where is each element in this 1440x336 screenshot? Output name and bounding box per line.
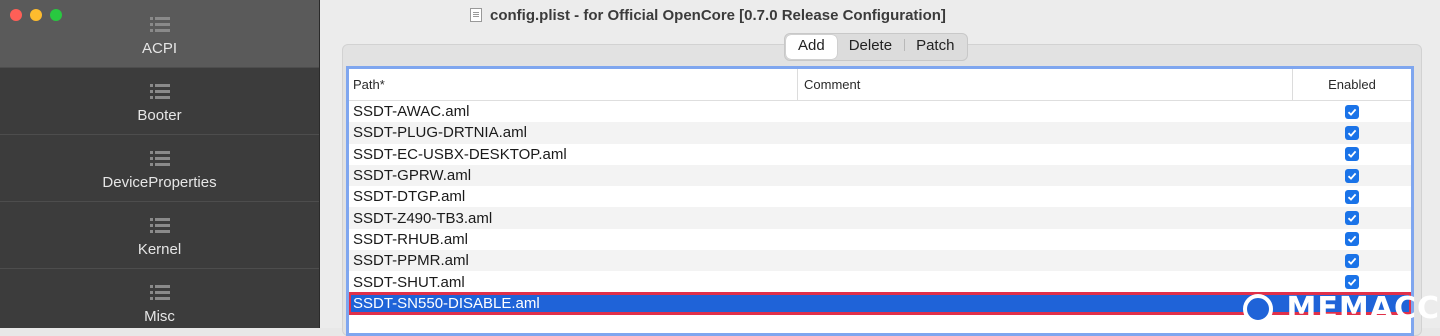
tab-add[interactable]: Add (786, 35, 837, 59)
enabled-cell (1293, 253, 1411, 268)
path-cell[interactable]: SSDT-GPRW.aml (349, 167, 798, 184)
checkmark-icon (1347, 257, 1357, 265)
table-row[interactable]: SSDT-Z490-TB3.aml (349, 207, 1411, 229)
path-cell[interactable]: SSDT-DTGP.aml (349, 188, 798, 205)
checkmark-icon (1347, 236, 1357, 244)
main-content: config.plist - for Official OpenCore [0.… (320, 0, 1440, 336)
table-row[interactable]: SSDT-AWAC.aml (349, 101, 1411, 123)
list-icon (149, 150, 170, 168)
zoom-button[interactable] (50, 9, 62, 21)
tab-delete[interactable]: Delete (837, 35, 904, 59)
sidebar-item-label: Misc (144, 308, 175, 325)
enabled-cell (1293, 189, 1411, 204)
path-cell[interactable]: SSDT-SHUT.aml (349, 274, 798, 291)
table-row[interactable]: SSDT-DTGP.aml (349, 186, 1411, 208)
enabled-checkbox[interactable] (1345, 211, 1359, 226)
sidebar-item-label: Kernel (137, 241, 182, 258)
table-row[interactable]: SSDT-SHUT.aml (349, 271, 1411, 293)
window-title-bar: config.plist - for Official OpenCore [0.… (470, 5, 946, 25)
sidebar-item-label: ACPI (141, 40, 177, 57)
column-header-enabled[interactable]: Enabled (1293, 69, 1411, 100)
watermark-logo: MEMACC (1242, 291, 1440, 326)
path-cell[interactable]: SSDT-SN550-DISABLE.aml (349, 295, 798, 312)
sidebar-item-label: Booter (137, 107, 182, 124)
table-body: SSDT-AWAC.aml SSDT-PLUG-DRTNIA.aml SSDT-EC… (349, 101, 1411, 315)
tab-patch[interactable]: Patch (904, 35, 966, 59)
table-row[interactable]: SSDT-PLUG-DRTNIA.aml (349, 122, 1411, 144)
checkmark-icon (1347, 151, 1357, 159)
window-title: config.plist - for Official OpenCore [0.… (490, 6, 946, 24)
sidebar-item-misc[interactable]: Misc (0, 268, 319, 335)
enabled-cell (1293, 275, 1411, 290)
sidebar-item-booter[interactable]: Booter (0, 67, 319, 134)
enabled-checkbox[interactable] (1345, 125, 1359, 140)
checkmark-icon (1347, 214, 1357, 223)
table-header: Path* Comment Enabled (349, 69, 1411, 101)
table-row[interactable]: SSDT-RHUB.aml (349, 228, 1411, 251)
table-row[interactable]: SSDT-PPMR.aml (349, 250, 1411, 272)
list-icon (149, 16, 170, 34)
enabled-checkbox[interactable] (1345, 253, 1359, 268)
enabled-cell (1293, 125, 1411, 140)
enabled-checkbox[interactable] (1345, 275, 1359, 290)
checkmark-icon (1347, 172, 1357, 180)
sidebar-item-kernel[interactable]: Kernel (0, 201, 319, 268)
enabled-cell (1293, 168, 1411, 183)
enabled-cell (1293, 232, 1411, 247)
list-icon (149, 284, 170, 302)
section-tabs: Add Delete Patch (784, 33, 969, 61)
enabled-cell (1293, 104, 1411, 119)
checkmark-icon (1347, 193, 1357, 201)
minimize-button[interactable] (30, 9, 42, 21)
sidebar-item-label: DeviceProperties (102, 174, 217, 191)
enabled-checkbox[interactable] (1345, 189, 1359, 204)
document-icon (470, 8, 482, 22)
enabled-cell (1293, 147, 1411, 162)
table-row[interactable]: SSDT-GPRW.aml (349, 164, 1411, 187)
path-cell[interactable]: SSDT-Z490-TB3.aml (349, 210, 798, 227)
list-icon (149, 83, 170, 101)
enabled-checkbox[interactable] (1345, 168, 1359, 183)
enabled-cell (1293, 211, 1411, 226)
enabled-checkbox[interactable] (1345, 104, 1359, 119)
column-header-comment[interactable]: Comment (798, 69, 1293, 100)
checkmark-icon (1347, 278, 1357, 286)
path-cell[interactable]: SSDT-PLUG-DRTNIA.aml (349, 124, 798, 141)
checkmark-icon (1347, 108, 1357, 116)
logo-circle-icon (1242, 293, 1273, 324)
sidebar: ACPI Booter DeviceProperties Kernel Misc (0, 0, 320, 328)
path-cell[interactable]: SSDT-AWAC.aml (349, 103, 798, 120)
watermark-text: MEMACC (1286, 291, 1440, 326)
list-icon (149, 217, 170, 235)
table-row[interactable]: SSDT-EC-USBX-DESKTOP.aml (349, 143, 1411, 165)
column-header-path[interactable]: Path* (349, 69, 798, 100)
enabled-checkbox[interactable] (1345, 147, 1359, 162)
enabled-checkbox[interactable] (1345, 232, 1359, 247)
path-cell[interactable]: SSDT-EC-USBX-DESKTOP.aml (349, 146, 798, 163)
window-controls (10, 9, 62, 21)
close-button[interactable] (10, 9, 22, 21)
path-cell[interactable]: SSDT-RHUB.aml (349, 231, 798, 248)
checkmark-icon (1347, 129, 1357, 137)
path-cell[interactable]: SSDT-PPMR.aml (349, 252, 798, 269)
sidebar-item-deviceproperties[interactable]: DeviceProperties (0, 134, 319, 201)
